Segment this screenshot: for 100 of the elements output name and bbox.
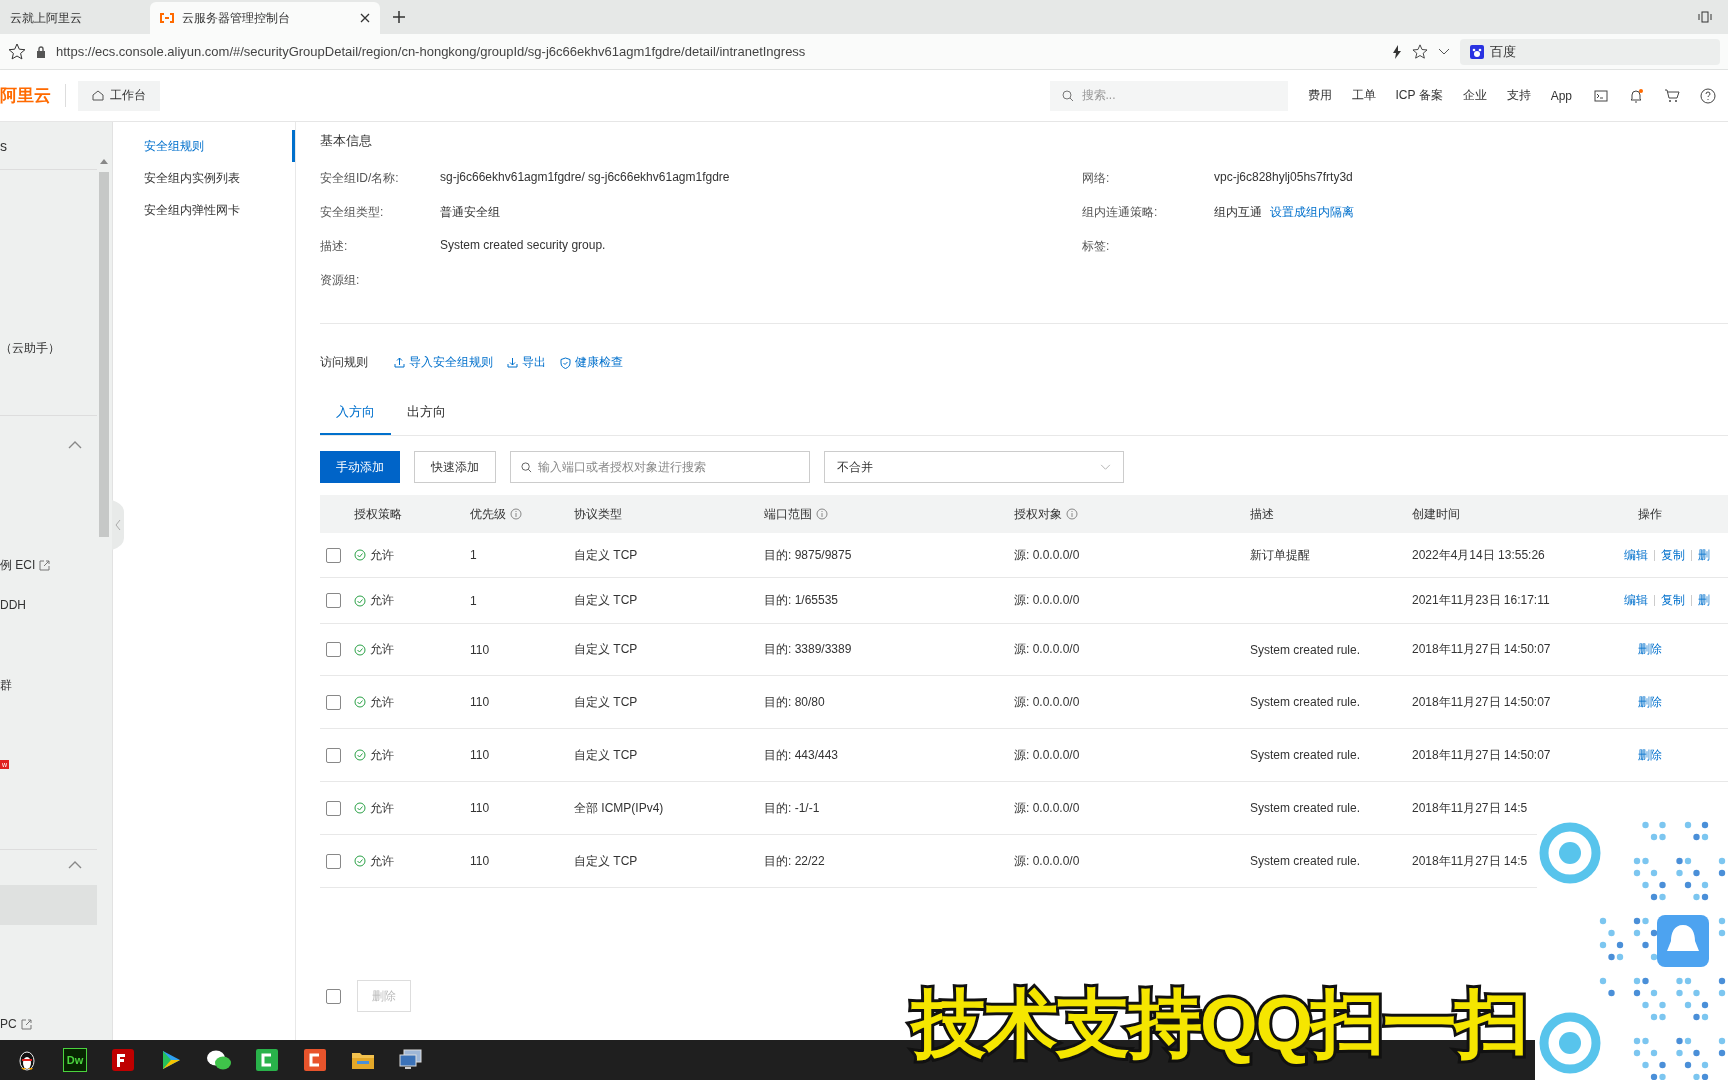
sidebar-item[interactable]: （云助手） [0,336,97,360]
subnav-item[interactable]: 安全组内实例列表 [113,162,295,194]
checkbox[interactable] [326,800,341,816]
row-action-link[interactable]: 删除 [1638,746,1662,764]
section-title: 访问规则 [320,354,368,371]
direction-tab[interactable]: 入方向 [320,393,391,435]
column-header: 端口范围 [764,505,1014,523]
row-action-link[interactable]: 复制 [1661,592,1685,609]
column-header: 优先级 [470,505,574,523]
row-action-link[interactable]: 删 [1698,592,1710,609]
table-cell-text: 自定义 TCP [574,852,639,870]
row-action-link[interactable]: 删除 [1638,641,1662,658]
quick-add-button[interactable]: 快速添加 [414,451,496,483]
star-icon[interactable] [1412,43,1428,60]
table-cell-text: 源: 0.0.0.0/0 [1014,693,1081,711]
row-action-link[interactable]: 删除 [1638,693,1662,711]
table-cell-text: System created rule. [1250,748,1362,762]
table-cell-text: 2021年11月23日 16:17:11 [1412,592,1551,609]
sidebar-item[interactable]: 群 [0,673,97,697]
header-nav-link[interactable]: ICP 备案 [1395,87,1443,104]
table-cell-text: 1 [470,593,478,608]
rules-action-link[interactable]: 导入安全组规则 [394,354,493,371]
external-link-icon [39,559,51,571]
collapse-handle-icon[interactable] [112,500,124,550]
row-action-link[interactable]: 编辑 [1624,546,1648,564]
sidebar-item[interactable]: PC [0,1012,97,1036]
direction-tab[interactable]: 出方向 [391,393,462,435]
table-cell-text: 自定义 TCP [574,641,639,658]
chevron-down-icon[interactable] [1438,47,1450,56]
header-nav-link[interactable]: 企业 [1462,87,1487,104]
rules-action-link[interactable]: 导出 [507,354,546,371]
table-cell-text: 源: 0.0.0.0/0 [1014,746,1081,764]
row-action-link[interactable]: 编辑 [1624,592,1648,609]
info-icon [816,508,828,520]
column-header: 协议类型 [574,505,623,523]
checkbox[interactable] [326,747,341,763]
table-cell-text: 目的: -1/-1 [764,799,821,817]
star-icon[interactable] [8,42,26,61]
taskbar-app-icon[interactable] [110,1047,136,1073]
workbench-button[interactable]: 工作台 [78,80,160,111]
row-action-link[interactable]: 删 [1698,546,1710,564]
merge-select[interactable]: 不合并 [824,451,1124,483]
app-icon[interactable]: Dw [62,1047,88,1073]
checkbox[interactable] [326,547,341,563]
taskbar-app-icon[interactable] [302,1047,328,1073]
scroll-up-icon[interactable] [100,158,108,164]
checkbox[interactable] [326,988,341,1004]
cart-icon[interactable] [1664,88,1680,103]
table-cell-text: 2018年11月27日 14:50:07 [1412,746,1552,764]
header-nav-link[interactable]: App [1550,88,1572,103]
table-cell: 允许 [354,641,470,658]
table-cell-text: 源: 0.0.0.0/0 [1014,546,1081,564]
field-value: sg-j6c66ekhv61agm1fgdre/ sg-j6c66ekhv61agm1fgdre [440,170,730,186]
isolate-link[interactable]: 设置成组内隔离 [1270,204,1354,221]
lightning-icon[interactable] [1392,44,1402,59]
header-nav-link[interactable]: 费用 [1307,87,1332,104]
tablet-mode-icon[interactable] [1698,11,1712,23]
checkbox[interactable] [326,853,341,869]
table-cell-text: 源: 0.0.0.0/0 [1014,852,1081,870]
bell-icon[interactable] [1628,87,1644,104]
field-value: vpc-j6c828hylj05hs7frty3d [1214,170,1353,186]
header-nav-link[interactable]: 工单 [1351,87,1376,104]
new-tab-icon[interactable] [392,10,406,24]
check-circle-icon [354,802,366,814]
manual-add-button[interactable]: 手动添加 [320,451,400,483]
search-engine-field[interactable]: 百度 [1460,38,1720,65]
table-cell-text: 110 [470,748,491,762]
chevron-up-icon[interactable] [68,440,82,450]
column-header: 授权策略 [354,505,403,523]
chevron-up-icon[interactable] [68,860,82,870]
header-nav-link[interactable]: 支持 [1506,87,1531,104]
checkbox[interactable] [326,593,341,608]
close-icon[interactable] [360,13,370,23]
sidebar-item[interactable]: DDH [0,593,97,617]
section-title: 基本信息 [320,132,373,150]
field-value: 组内互通 [1214,204,1262,221]
browser-tab[interactable]: 云就上阿里云 [0,2,150,34]
search-icon [521,461,532,473]
table-cell: 允许 [354,799,470,817]
table-cell-text: 目的: 443/443 [764,746,840,764]
checkbox[interactable] [326,642,341,657]
url-field[interactable]: https://ecs.console.aliyun.com/#/securityGroupDetail/region/cn-hongkong/groupId/sg-j6c66ekhv61agm1fgdre/detail/intranetIngress [56,44,1382,59]
table-cell: 允许 [354,852,470,870]
check-circle-icon [354,696,366,708]
table-cell: 允许 [354,746,470,764]
rules-action-link[interactable]: 健康检查 [560,354,623,371]
checkbox[interactable] [326,694,341,710]
sidebar-item[interactable]: 例 ECI [0,553,97,577]
taskbar-app-icon[interactable] [254,1047,280,1073]
table-cell-text: 目的: 80/80 [764,693,826,711]
table-cell-text: 新订单提醒 [1250,546,1311,564]
lock-icon [36,45,46,58]
browser-tab[interactable]: 云服务器管理控制台 [150,2,380,34]
column-header: 描述 [1250,505,1275,523]
help-icon[interactable] [1700,87,1716,104]
row-action-link[interactable]: 复制 [1661,546,1685,564]
terminal-icon[interactable] [1594,89,1608,102]
subnav-item[interactable]: 安全组内弹性网卡 [113,194,295,226]
scrollbar-thumb[interactable] [99,172,109,537]
search-field[interactable]: 输入端口或者授权对象进行搜索 [510,451,810,483]
